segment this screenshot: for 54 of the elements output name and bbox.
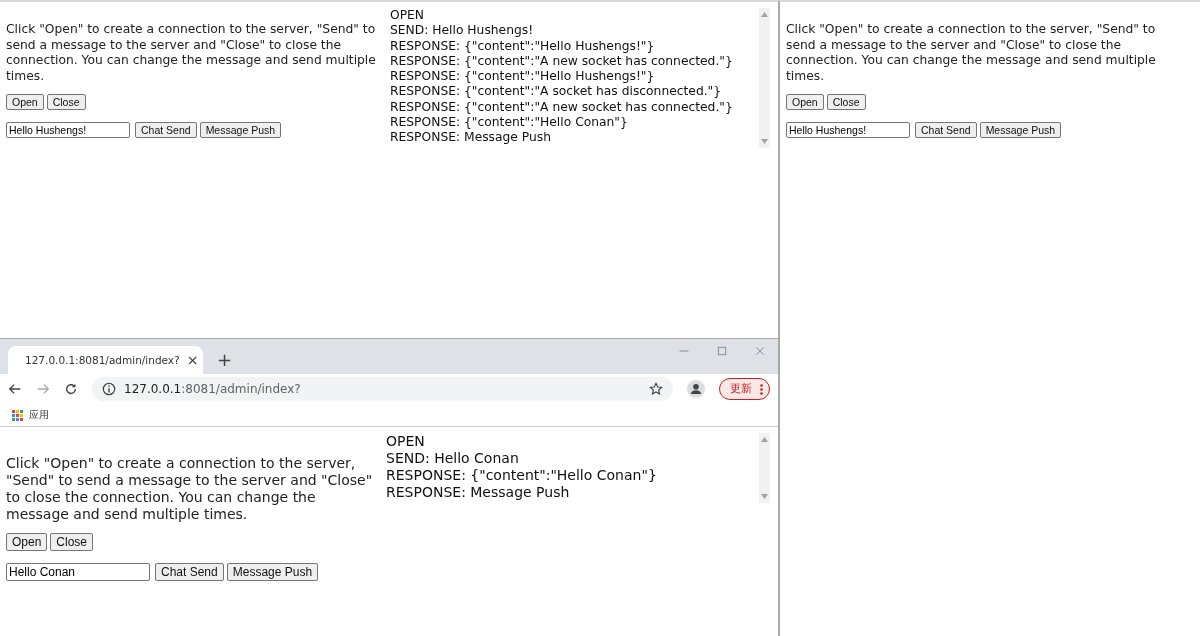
scrollbar[interactable]	[759, 433, 770, 503]
log-line: RESPONSE: Message Push	[390, 130, 553, 146]
connection-button[interactable]: Open	[6, 533, 48, 551]
log-line: RESPONSE: {"content":"Hello Conan"}	[390, 115, 629, 131]
profile-icon[interactable]	[687, 380, 705, 398]
browser-tab[interactable]: 127.0.0.1:8081/admin/index? ×	[8, 346, 203, 374]
log-line: RESPONSE: {"content":"Hello Hushengs!"}	[390, 69, 656, 85]
close-icon[interactable]	[754, 345, 766, 357]
instructions-text: Click "Open" to create a connection to the server, "Send" to send a message to the server and "Close" to close the connection. You can change the message and send multiple times.	[786, 22, 1157, 84]
connection-button[interactable]: Open	[6, 94, 44, 110]
send-button[interactable]: Message Push	[199, 122, 282, 138]
log-line: RESPONSE: Message Push	[386, 484, 571, 501]
log-line: SEND: Hello Conan	[386, 450, 520, 467]
connection-button[interactable]: Close	[50, 533, 94, 551]
message-field[interactable]: Hello Hushengs!	[6, 122, 130, 138]
new-tab-button[interactable]: +	[217, 349, 233, 370]
bookmark-link[interactable]: 应用	[29, 408, 49, 422]
info-icon	[102, 382, 116, 396]
log-line: OPEN	[390, 8, 426, 24]
log-line: OPEN	[386, 433, 426, 450]
maximize-icon[interactable]	[716, 345, 728, 357]
send-button[interactable]: Message Push	[226, 563, 319, 581]
close-tab-button[interactable]: ×	[186, 352, 199, 368]
scroll-up-icon[interactable]	[761, 437, 768, 442]
apps-grid-icon[interactable]	[12, 409, 23, 421]
send-button[interactable]: Chat Send	[155, 563, 224, 581]
forward-icon[interactable]	[36, 382, 50, 396]
connection-button[interactable]: Open	[786, 94, 824, 110]
instructions-text: Click "Open" to create a connection to the server, "Send" to send a message to the server and "Close" to close the connection. You can change the message and send multiple times.	[6, 22, 377, 84]
connection-button[interactable]: Close	[826, 94, 866, 110]
instructions-text: Click "Open" to create a connection to the server, "Send" to send a message to the server and "Close" to close the connection. You can change the message and send multiple times.	[6, 455, 374, 523]
message-field[interactable]: Hello Conan	[6, 563, 150, 581]
connection-button[interactable]: Close	[46, 94, 86, 110]
url-text: 127.0.0.1:8081/admin/index?	[124, 382, 301, 396]
send-button[interactable]: Chat Send	[135, 122, 197, 138]
menu-icon[interactable]	[760, 383, 763, 395]
log-line: RESPONSE: {"content":"Hello Conan"}	[386, 467, 658, 484]
scroll-down-icon[interactable]	[761, 494, 768, 499]
scrollbar[interactable]	[759, 8, 770, 148]
back-icon[interactable]	[8, 382, 22, 396]
star-icon[interactable]	[649, 382, 663, 396]
address-bar[interactable]: 127.0.0.1:8081/admin/index?	[92, 377, 673, 401]
log-line: RESPONSE: {"content":"A socket has disconnected."}	[390, 84, 723, 100]
send-button[interactable]: Chat Send	[915, 122, 977, 138]
scroll-down-icon[interactable]	[761, 139, 768, 144]
log-line: RESPONSE: {"content":"A new socket has connected."}	[390, 53, 734, 70]
log-line: RESPONSE: {"content":"A new socket has connected."}	[390, 99, 734, 116]
scroll-up-icon[interactable]	[761, 12, 768, 17]
log-line: SEND: Hello Hushengs!	[390, 23, 535, 39]
send-button[interactable]: Message Push	[979, 122, 1062, 138]
log-line: RESPONSE: {"content":"Hello Hushengs!"}	[390, 38, 656, 54]
reload-icon[interactable]	[64, 382, 78, 396]
update-button[interactable]: 更新	[719, 378, 770, 400]
message-field[interactable]: Hello Hushengs!	[786, 122, 910, 138]
